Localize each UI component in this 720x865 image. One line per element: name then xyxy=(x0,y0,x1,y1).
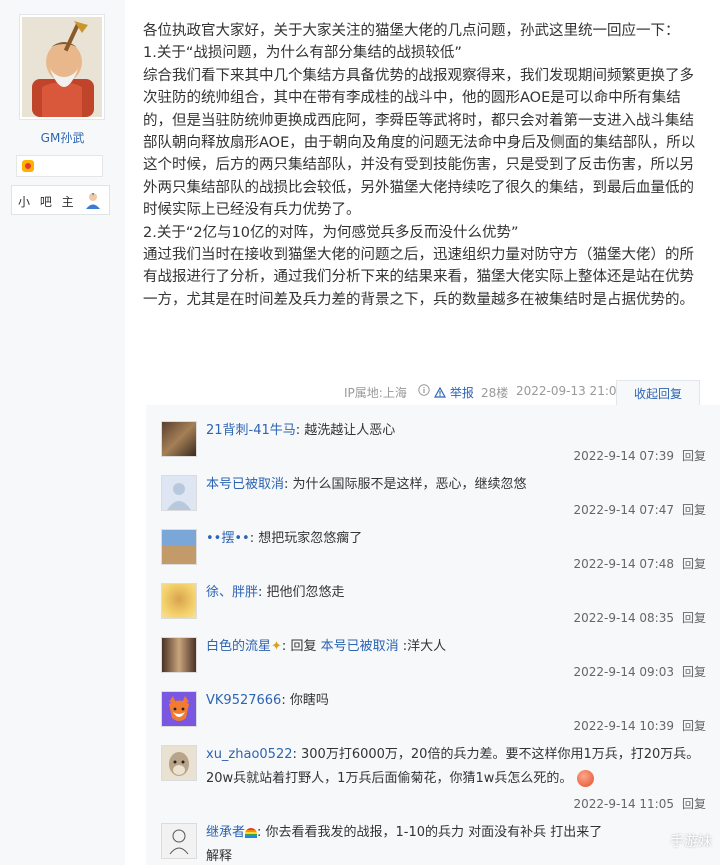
reply-username[interactable]: VK9527666 xyxy=(206,693,281,708)
ip-location: IP属地:上海 xyxy=(344,386,407,400)
reply-username[interactable]: 21背刺-41牛马 xyxy=(206,423,296,438)
reply-username[interactable]: 本号已被取消 xyxy=(206,477,284,492)
warning-icon xyxy=(433,386,447,398)
reply-avatar[interactable] xyxy=(161,823,197,859)
reply-text: VK9527666: 你瞎吗 xyxy=(206,693,329,708)
reply-time: 2022-9-14 11:05 回复 xyxy=(573,797,706,811)
watermark: 手游妹 xyxy=(670,834,712,850)
reply-button[interactable]: 回复 xyxy=(682,665,706,679)
reply-time: 2022-9-14 09:03 回复 xyxy=(573,665,706,679)
reply-button[interactable]: 回复 xyxy=(682,449,706,463)
reply-content: 想把玩家忽悠瘸了 xyxy=(258,531,363,546)
ip-info-icon xyxy=(418,384,430,399)
reply-username[interactable]: ••摆•• xyxy=(206,531,250,546)
post-paragraph: 2.关于“2亿与10亿的对阵，为何感觉兵多反而没什么优势” xyxy=(143,224,519,241)
post-paragraph: 通过我们当时在接收到猫堡大佬的问题之后，迅速组织力量对防守方（猫堡大佬）的所有战… xyxy=(143,247,694,308)
rainbow-icon xyxy=(245,827,258,838)
reply-button[interactable]: 回复 xyxy=(682,503,706,517)
reply-username[interactable]: 继承者 xyxy=(206,825,245,840)
reply-content: :洋大人 xyxy=(398,639,447,654)
reply-mention[interactable]: 本号已被取消 xyxy=(321,639,399,654)
role-label: 小 吧 主 xyxy=(18,195,77,209)
post-paragraph: 1.关于“战损问题，为什么有部分集结的战损较低” xyxy=(143,45,462,62)
reply-content: 越洗越让人恶心 xyxy=(304,423,396,438)
collapse-replies-button[interactable]: 收起回复 xyxy=(616,380,700,407)
reply-text: ••摆••: 想把玩家忽悠瘸了 xyxy=(206,531,363,546)
reply-time: 2022-9-14 10:39 回复 xyxy=(573,719,706,733)
author-avatar[interactable] xyxy=(19,14,105,120)
reply-avatar[interactable] xyxy=(161,583,197,619)
reply-prefix: 回复 xyxy=(290,639,321,654)
author-badge-row xyxy=(16,155,103,177)
reply-button[interactable]: 回复 xyxy=(682,557,706,571)
game-badge-icon[interactable] xyxy=(22,160,34,172)
angry-emoji-icon xyxy=(576,770,594,787)
sketch-avatar-icon xyxy=(169,829,189,855)
reply-text: 21背刺-41牛马: 越洗越让人恶心 xyxy=(206,423,396,438)
reply-username[interactable]: 徐、胖胖 xyxy=(206,585,258,600)
reply-username[interactable]: xu_zhao0522 xyxy=(206,747,293,762)
reply-text: 本号已被取消: 为什么国际服不是这样，恶心，继续忽悠 xyxy=(206,477,527,492)
report-link[interactable]: 举报 xyxy=(433,384,474,401)
reply-content: 你瞎吗 xyxy=(289,693,329,708)
reply-text: xu_zhao0522: 300万打6000万，20倍的兵力差。要不这样你用1万… xyxy=(206,747,700,787)
floor-number: 28楼 xyxy=(481,386,509,400)
default-avatar-icon xyxy=(167,483,191,510)
fox-avatar-icon xyxy=(169,696,189,721)
reply-time: 2022-9-14 07:39 回复 xyxy=(573,449,706,463)
reply-avatar[interactable] xyxy=(161,745,197,781)
reply-username[interactable]: 白色的流星 xyxy=(206,639,271,654)
reply-list: 21背刺-41牛马: 越洗越让人恶心 2022-9-14 07:39 回复 本号已… xyxy=(146,405,720,865)
reply-avatar[interactable] xyxy=(161,421,197,457)
person-icon xyxy=(86,193,100,209)
post-content: 各位执政官大家好，关于大家关注的猫堡大佬的几点问题，孙武这里统一回应一下： 1.… xyxy=(143,20,708,311)
post-paragraph: 综合我们看下来其中几个集结方具备优势的战报观察得来，我们发现期间频繁更换了多次驻… xyxy=(143,67,696,219)
reply-button[interactable]: 回复 xyxy=(682,797,706,811)
reply-avatar[interactable] xyxy=(161,691,197,727)
reply-button[interactable]: 回复 xyxy=(682,611,706,625)
reply-time: 2022-9-14 07:47 回复 xyxy=(573,503,706,517)
post-meta: IP属地:上海 举报 28楼 2022-09-13 21:03 收起回复 xyxy=(340,380,700,407)
reply-text: 徐、胖胖: 把他们忽悠走 xyxy=(206,585,345,600)
reply-text: 继承者: 你去看看我发的战报，1-10的兵力 对面没有补兵 打出来了 解释 xyxy=(206,825,603,864)
post-datetime: 2022-09-13 21:03 xyxy=(516,384,625,398)
author-sidebar: GM孙武 小 吧 主 xyxy=(0,0,125,865)
role-badge: 小 吧 主 xyxy=(11,185,110,215)
author-name[interactable]: GM孙武 xyxy=(0,129,125,146)
butterfly-icon: ✦ xyxy=(271,639,282,654)
reply-content-continued: 解释 xyxy=(206,849,233,864)
reply-content: 把他们忽悠走 xyxy=(266,585,345,600)
report-label[interactable]: 举报 xyxy=(450,386,474,400)
reply-avatar[interactable] xyxy=(161,529,197,565)
reply-button[interactable]: 回复 xyxy=(682,719,706,733)
reply-time: 2022-9-14 08:35 回复 xyxy=(573,611,706,625)
avatar-portrait xyxy=(22,17,102,117)
alpaca-avatar-icon xyxy=(169,752,189,776)
reply-avatar[interactable] xyxy=(161,637,197,673)
reply-avatar[interactable] xyxy=(161,475,197,511)
reply-time: 2022-9-14 07:48 回复 xyxy=(573,557,706,571)
reply-content: 为什么国际服不是这样，恶心，继续忽悠 xyxy=(292,477,527,492)
post-paragraph: 各位执政官大家好，关于大家关注的猫堡大佬的几点问题，孙武这里统一回应一下： xyxy=(143,23,680,39)
reply-text: 白色的流星✦: 回复 本号已被取消 :洋大人 xyxy=(206,639,447,654)
reply-content: 你去看看我发的战报，1-10的兵力 对面没有补兵 打出来了 xyxy=(265,825,603,840)
